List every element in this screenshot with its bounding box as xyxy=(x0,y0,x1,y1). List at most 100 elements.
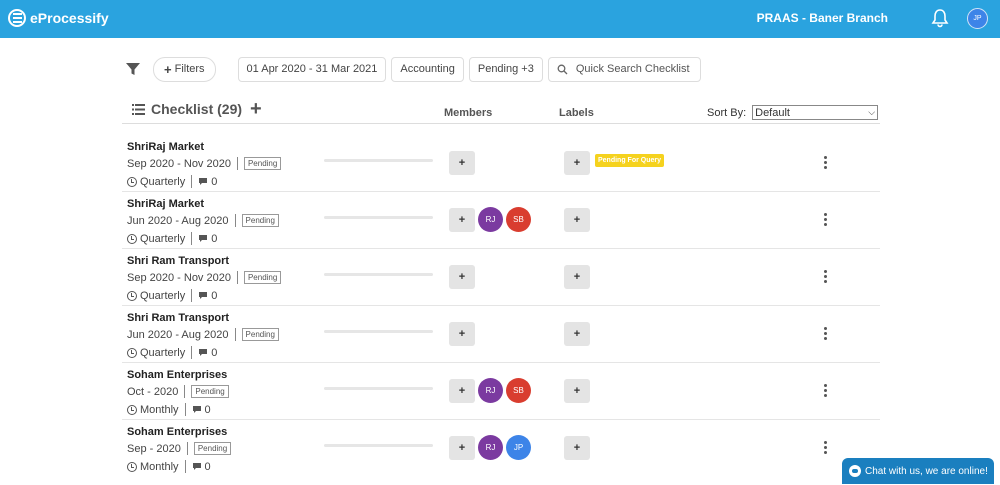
period: Sep - 2020 xyxy=(127,442,181,455)
checklist-list: ShriRaj Market Sep 2020 - Nov 2020 Pendi… xyxy=(122,135,880,477)
period-line: Oct - 2020 Pending xyxy=(127,385,229,398)
brand-name: eProcessify xyxy=(30,10,109,26)
chat-label: Chat with us, we are online! xyxy=(865,465,988,477)
period: Sep 2020 - Nov 2020 xyxy=(127,271,231,284)
status-badge: Pending xyxy=(241,214,279,227)
more-options-icon[interactable] xyxy=(820,441,830,455)
member-avatar[interactable]: SB xyxy=(506,378,531,403)
frequency: Quarterly xyxy=(140,175,186,188)
add-label-button[interactable]: + xyxy=(564,151,590,175)
frequency-line: Monthly 0 xyxy=(127,403,211,416)
date-range-filter[interactable]: 01 Apr 2020 - 31 Mar 2021 xyxy=(237,56,387,82)
status-filter[interactable]: Pending +3 xyxy=(468,56,543,82)
client-name[interactable]: Shri Ram Transport xyxy=(127,255,229,267)
more-options-icon[interactable] xyxy=(820,384,830,398)
checklist-row[interactable]: ShriRaj Market Sep 2020 - Nov 2020 Pendi… xyxy=(122,135,880,192)
divider xyxy=(184,403,186,416)
checklist-header: Checklist (29) + Members Labels Sort By:… xyxy=(122,96,880,124)
frequency: Quarterly xyxy=(140,232,186,245)
checklist-row[interactable]: Soham Enterprises Oct - 2020 Pending Mon… xyxy=(122,363,880,420)
clock-icon xyxy=(127,176,137,187)
search-icon xyxy=(557,64,568,74)
member-avatar[interactable]: RJ xyxy=(478,378,503,403)
client-name[interactable]: Soham Enterprises xyxy=(127,369,227,381)
client-name[interactable]: Soham Enterprises xyxy=(127,426,227,438)
clock-icon xyxy=(127,233,137,244)
divider xyxy=(184,460,186,473)
add-checklist-icon[interactable]: + xyxy=(250,99,262,119)
filters-button[interactable]: + Filters xyxy=(153,56,216,82)
branch-name[interactable]: PRAAS - Baner Branch xyxy=(757,11,888,25)
chevron-down-icon: ⌵ xyxy=(868,107,876,117)
add-member-button[interactable]: + xyxy=(449,322,475,346)
top-navbar: eProcessify PRAAS - Baner Branch JP xyxy=(0,0,1000,38)
chat-icon xyxy=(849,465,861,477)
member-avatar[interactable]: RJ xyxy=(478,435,503,460)
period: Jun 2020 - Aug 2020 xyxy=(127,214,229,227)
progress-bar xyxy=(324,444,433,447)
frequency-line: Quarterly 0 xyxy=(127,232,217,245)
checklist-row[interactable]: Shri Ram Transport Jun 2020 - Aug 2020 P… xyxy=(122,306,880,363)
checklist-row[interactable]: ShriRaj Market Jun 2020 - Aug 2020 Pendi… xyxy=(122,192,880,249)
add-label-button[interactable]: + xyxy=(564,379,590,403)
checklist-row[interactable]: Shri Ram Transport Sep 2020 - Nov 2020 P… xyxy=(122,249,880,306)
divider xyxy=(191,346,193,359)
labels-column-header: Labels xyxy=(559,107,594,119)
search-placeholder: Quick Search Checklist xyxy=(575,63,690,75)
period-line: Sep - 2020 Pending xyxy=(127,442,232,455)
frequency-line: Monthly 0 xyxy=(127,460,211,473)
more-options-icon[interactable] xyxy=(820,213,830,227)
clock-icon xyxy=(127,290,137,301)
progress-bar xyxy=(324,273,433,276)
divider xyxy=(236,271,238,284)
bell-icon[interactable] xyxy=(930,8,950,28)
comment-count: 0 xyxy=(204,403,211,416)
more-options-icon[interactable] xyxy=(820,270,830,284)
clock-icon xyxy=(127,404,137,415)
add-member-button[interactable]: + xyxy=(449,265,475,289)
clock-icon xyxy=(127,461,137,472)
user-avatar[interactable]: JP xyxy=(967,8,988,29)
add-label-button[interactable]: + xyxy=(564,208,590,232)
more-options-icon[interactable] xyxy=(820,156,830,170)
add-member-button[interactable]: + xyxy=(449,151,475,175)
client-name[interactable]: Shri Ram Transport xyxy=(127,312,229,324)
eprocessify-logo-icon xyxy=(8,9,26,27)
filters-label: Filters xyxy=(174,63,205,75)
add-member-button[interactable]: + xyxy=(449,436,475,460)
sort-select[interactable]: Default ⌵ xyxy=(752,105,879,120)
sort-value: Default xyxy=(755,106,790,119)
quick-search-input[interactable]: Quick Search Checklist xyxy=(547,56,701,82)
filter-bar: + Filters 01 Apr 2020 - 31 Mar 2021 Accou… xyxy=(122,56,706,82)
member-avatar[interactable]: JP xyxy=(506,435,531,460)
add-label-button[interactable]: + xyxy=(564,436,590,460)
comments-icon xyxy=(199,349,208,356)
add-label-button[interactable]: + xyxy=(564,265,590,289)
progress-bar xyxy=(324,387,433,390)
member-avatar[interactable]: RJ xyxy=(478,207,503,232)
divider xyxy=(191,175,193,188)
filter-funnel-icon[interactable] xyxy=(125,61,141,77)
client-name[interactable]: ShriRaj Market xyxy=(127,198,204,210)
comments-icon xyxy=(192,463,201,470)
comment-count: 0 xyxy=(211,346,218,359)
progress-bar xyxy=(324,159,433,162)
add-member-button[interactable]: + xyxy=(449,379,475,403)
client-name[interactable]: ShriRaj Market xyxy=(127,141,204,153)
brand-logo[interactable]: eProcessify xyxy=(8,9,109,27)
list-icon xyxy=(132,103,145,115)
sort-by-label: Sort By: xyxy=(707,106,747,119)
add-label-button[interactable]: + xyxy=(564,322,590,346)
frequency-line: Quarterly 0 xyxy=(127,175,217,188)
member-avatars: RJ SB xyxy=(478,378,534,403)
add-member-button[interactable]: + xyxy=(449,208,475,232)
comments-icon xyxy=(199,235,208,242)
more-options-icon[interactable] xyxy=(820,327,830,341)
chat-widget[interactable]: Chat with us, we are online! xyxy=(842,458,994,484)
department-filter[interactable]: Accounting xyxy=(391,56,464,82)
member-avatar[interactable]: SB xyxy=(506,207,531,232)
checklist-title-group: Checklist (29) + xyxy=(132,99,262,119)
checklist-row[interactable]: Soham Enterprises Sep - 2020 Pending Mon… xyxy=(122,420,880,477)
period-line: Sep 2020 - Nov 2020 Pending xyxy=(127,271,282,284)
label-badge[interactable]: Pending For Query xyxy=(595,154,665,167)
